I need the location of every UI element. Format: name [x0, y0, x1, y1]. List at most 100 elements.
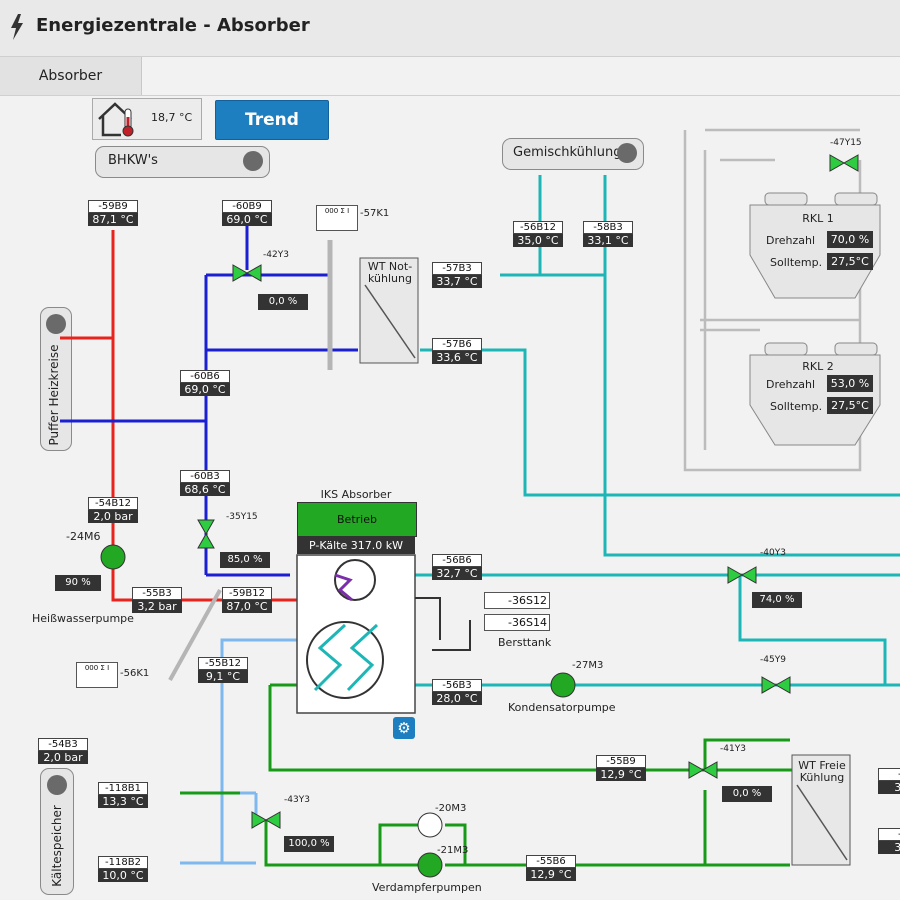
rkl1-setpoint-label: Solltemp. [770, 256, 823, 269]
sensor-tag: -60B3 [180, 470, 230, 483]
sensor-55B6[interactable]: -55B6 12,9 °C [526, 855, 576, 881]
sensor-54B3[interactable]: -54B3 2,0 bar [38, 738, 88, 764]
kaeltespeicher-nav-button[interactable]: Kältespeicher [40, 768, 74, 895]
title-bar: Energiezentrale - Absorber [0, 0, 900, 57]
sensor-tag: -5 [878, 768, 900, 781]
sensor-value: 28,0 °C [432, 692, 482, 705]
bersttank-switch-36S14: -36S14 [484, 614, 550, 631]
rkl2-name: RKL 2 [802, 360, 834, 373]
sensor-tag: -60B6 [180, 370, 230, 383]
sensor-tag: -54B12 [88, 497, 138, 510]
sensor-tag: -5 [878, 828, 900, 841]
valve-42Y3-position[interactable]: 0,0 % [258, 294, 308, 310]
sensor-118B2[interactable]: -118B2 10,0 °C [98, 856, 148, 882]
sensor-1[interactable]: -533, [878, 768, 900, 794]
valve-42Y3-tag: -42Y3 [263, 250, 289, 260]
sensor-59B12[interactable]: -59B12 87,0 °C [222, 587, 272, 613]
sensor-value: 12,9 °C [526, 868, 576, 881]
sensor-54B12[interactable]: -54B12 2,0 bar [88, 497, 138, 523]
sensor-56B3[interactable]: -56B3 28,0 °C [432, 679, 482, 705]
valve-45Y9-tag: -45Y9 [760, 655, 786, 665]
trend-button[interactable]: Trend [215, 100, 329, 140]
sensor-55B9[interactable]: -55B9 12,9 °C [596, 755, 646, 781]
sensor-tag: -55B12 [198, 657, 248, 670]
sensor-tag: -55B3 [132, 587, 182, 600]
sensor-56B6[interactable]: -56B6 32,7 °C [432, 554, 482, 580]
sensor-value: 13,3 °C [98, 795, 148, 808]
valve-43Y3-tag: -43Y3 [284, 795, 310, 805]
valve-35Y15-tag: -35Y15 [226, 512, 258, 522]
valve-40Y3-position[interactable]: 74,0 % [752, 592, 802, 608]
puffer-label: Puffer Heizkreise [47, 344, 61, 446]
rkl1-speed-value: 70,0 % [827, 231, 873, 248]
controller-56K1-box[interactable]: 000 Σ I [76, 662, 118, 688]
pump-20M3-tag: -20M3 [435, 803, 467, 814]
sensor-60B9[interactable]: -60B9 69,0 °C [222, 200, 272, 226]
pump-27M3-label: Kondensatorpumpe [508, 701, 616, 714]
sensor-value: 35,0 °C [513, 234, 563, 247]
sensor-55B12[interactable]: -55B12 9,1 °C [198, 657, 248, 683]
sensor-57B6[interactable]: -57B6 33,6 °C [432, 338, 482, 364]
sensor-value: 87,1 °C [88, 213, 138, 226]
sensor-tag: -58B3 [583, 221, 633, 234]
sensor-tag: -59B9 [88, 200, 138, 213]
puffer-heizkreise-nav-button[interactable]: Puffer Heizkreise [40, 307, 72, 451]
absorber-title: IKS Absorber [320, 488, 392, 501]
wt-freie-kuehlung-label: WT Freie Kühlung [798, 759, 846, 784]
sensor-60B3[interactable]: -60B3 68,6 °C [180, 470, 230, 496]
rkl2-setpoint-value: 27,5°C [827, 397, 873, 414]
bhkw-label: BHKW's [108, 153, 158, 168]
rkl1-name: RKL 1 [802, 212, 834, 225]
valve-40Y3-tag: -40Y3 [760, 548, 786, 558]
lightning-icon [11, 14, 23, 40]
controller-56K1-tag: -56K1 [120, 668, 150, 679]
sensor-value: 32,7 °C [432, 567, 482, 580]
sensor-2[interactable]: -533, [878, 828, 900, 854]
pump-21M3-tag: -21M3 [437, 845, 469, 856]
window-title: Energiezentrale - Absorber [36, 15, 310, 36]
nav-arrow-icon [617, 143, 637, 163]
sensor-value: 33, [878, 841, 900, 854]
sensor-57B3[interactable]: -57B3 33,7 °C [432, 262, 482, 288]
sensor-tag: -55B6 [526, 855, 576, 868]
sensor-60B6[interactable]: -60B6 69,0 °C [180, 370, 230, 396]
valve-41Y3-tag: -41Y3 [720, 744, 746, 754]
tab-absorber[interactable]: Absorber [0, 57, 142, 95]
rkl2-speed-value: 53,0 % [827, 375, 873, 392]
pump-24M6-speed[interactable]: 90 % [55, 575, 101, 591]
sensor-118B1[interactable]: -118B1 13,3 °C [98, 782, 148, 808]
controller-57K1-box[interactable]: 000 Σ I [316, 205, 358, 231]
sensor-value: 10,0 °C [98, 869, 148, 882]
sensor-59B9[interactable]: -59B9 87,1 °C [88, 200, 138, 226]
sensor-value: 69,0 °C [222, 213, 272, 226]
sensor-tag: -57B6 [432, 338, 482, 351]
tab-bar: Absorber [0, 57, 900, 96]
sensor-value: 87,0 °C [222, 600, 272, 613]
valve-43Y3-position[interactable]: 100,0 % [284, 836, 334, 852]
valve-41Y3-position[interactable]: 0,0 % [722, 786, 772, 802]
sensor-56B12[interactable]: -56B12 35,0 °C [513, 221, 563, 247]
house-thermometer-icon [98, 102, 134, 137]
gemischkuehlung-nav-button[interactable]: Gemischkühlung [502, 138, 644, 170]
valve-35Y15-position[interactable]: 85,0 % [220, 552, 270, 568]
outdoor-temp-value: 18,7 °C [151, 111, 193, 124]
bersttank-label: Bersttank [498, 636, 552, 649]
sensor-55B3[interactable]: -55B3 3,2 bar [132, 587, 182, 613]
bersttank-switch-36S12: -36S12 [484, 592, 550, 609]
sensor-58B3[interactable]: -58B3 33,1 °C [583, 221, 633, 247]
sensor-tag: -54B3 [38, 738, 88, 751]
sensor-value: 2,0 bar [88, 510, 138, 523]
sensor-value: 2,0 bar [38, 751, 88, 764]
bhkw-nav-button[interactable]: BHKW's [95, 146, 270, 178]
wt-notkuehlung-label: WT Not-kühlung [367, 260, 413, 285]
rkl2-speed-label: Drehzahl [766, 378, 816, 391]
sensor-tag: -56B12 [513, 221, 563, 234]
rkl2-setpoint-label: Solltemp. [770, 400, 823, 413]
rkl1-speed-label: Drehzahl [766, 234, 816, 247]
sensor-value: 3,2 bar [132, 600, 182, 613]
sensor-value: 69,0 °C [180, 383, 230, 396]
controller-57K1-tag: -57K1 [360, 208, 390, 219]
sensor-tag: -118B1 [98, 782, 148, 795]
absorber-power: P-Kälte 317.0 kW [297, 537, 415, 554]
settings-gear-icon[interactable]: ⚙ [393, 717, 415, 739]
